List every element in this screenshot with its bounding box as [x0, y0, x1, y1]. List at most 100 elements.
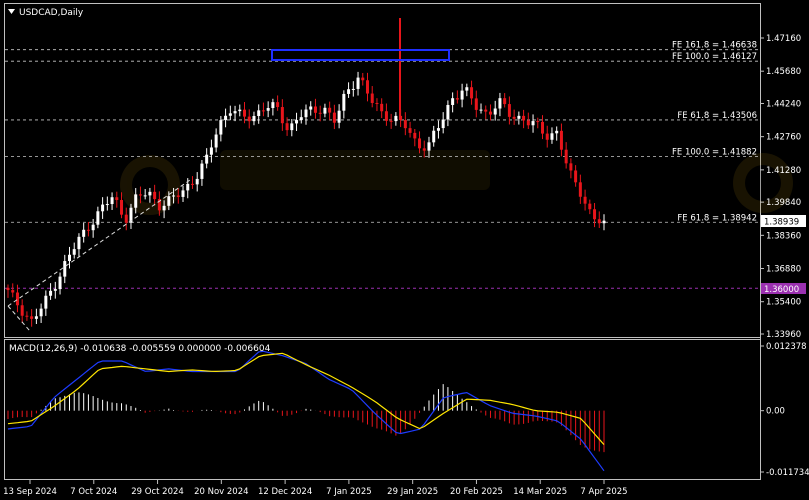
- candle-body: [271, 102, 275, 109]
- candle-body: [20, 305, 24, 316]
- candle-body: [328, 107, 332, 113]
- candle-body: [517, 115, 521, 119]
- candle-body: [124, 214, 128, 223]
- candle-body: [522, 115, 526, 121]
- candle-body: [290, 123, 294, 131]
- candle-body: [432, 130, 436, 143]
- time-tick-label: 29 Jan 2025: [387, 487, 438, 497]
- candle-body: [285, 123, 289, 131]
- candle-body: [299, 117, 303, 121]
- candle-body: [252, 116, 256, 122]
- candle-body: [15, 292, 19, 306]
- candle-body: [418, 138, 422, 149]
- macd-tick-label: -0.011734: [766, 468, 809, 478]
- candle-body: [427, 142, 431, 151]
- candle-body: [460, 90, 464, 100]
- candle-body: [96, 211, 100, 225]
- candle-body: [446, 104, 450, 120]
- macd-axis: 0.012378 0.00 -0.011734: [760, 342, 809, 478]
- candle-body: [143, 195, 147, 197]
- menu-triangle-icon[interactable]: [8, 9, 15, 14]
- candle-body: [375, 102, 379, 104]
- candle-body: [138, 194, 142, 196]
- candle-body: [11, 290, 15, 293]
- candle-body: [507, 104, 511, 117]
- candle-body: [541, 121, 545, 134]
- candle-body: [370, 93, 374, 103]
- candle-body: [181, 190, 185, 197]
- candle-body: [58, 276, 62, 290]
- candle-body: [49, 290, 53, 296]
- candle-body: [309, 106, 313, 110]
- candle-body: [498, 98, 502, 109]
- candle-body: [86, 229, 90, 231]
- candle-body: [53, 289, 57, 291]
- symbol-title: USDCAD,Daily: [19, 8, 84, 18]
- candle-body: [91, 224, 95, 231]
- candle-body: [82, 229, 86, 237]
- candle-body: [394, 115, 398, 122]
- candle-body: [323, 107, 327, 114]
- candle-body: [512, 116, 516, 119]
- candle-body: [484, 109, 488, 112]
- candle-body: [583, 196, 587, 204]
- watermark-logo: [120, 150, 793, 215]
- candle-body: [356, 77, 360, 89]
- time-tick-label: 29 Oct 2024: [131, 487, 184, 497]
- candle-body: [313, 106, 317, 113]
- trading-chart[interactable]: FE 161.8 = 1.46638FE 100.0 = 1.46127 FE 6…: [0, 0, 809, 500]
- time-tick-label: 20 Nov 2024: [194, 487, 248, 497]
- candle-body: [44, 295, 48, 309]
- fib-level-label: FE 61.8 = 1.38942: [677, 213, 757, 223]
- candle-body: [280, 107, 284, 124]
- candle-body: [503, 98, 507, 105]
- candle-body: [361, 77, 365, 81]
- candle-body: [105, 204, 109, 206]
- candle-body: [195, 178, 199, 185]
- price-tick-label: 1.42760: [766, 133, 801, 143]
- candle-body: [413, 132, 417, 139]
- candle-body: [380, 103, 384, 112]
- candle-body: [408, 128, 412, 133]
- candle-body: [332, 112, 336, 123]
- candle-body: [261, 110, 265, 112]
- candle-body: [205, 154, 209, 164]
- candle-body: [602, 220, 606, 224]
- candle-body: [465, 87, 469, 91]
- candle-body: [162, 205, 166, 211]
- candle-body: [214, 134, 218, 148]
- candle-body: [30, 316, 34, 319]
- candle-body: [39, 308, 43, 317]
- candle-body: [101, 204, 105, 212]
- price-tick-label: 1.38360: [766, 231, 801, 241]
- candle-body: [479, 109, 483, 111]
- time-tick-label: 13 Sep 2024: [3, 487, 57, 497]
- target-zone-box[interactable]: [271, 49, 450, 61]
- candle-body: [266, 108, 270, 111]
- price-tick-label: 1.36880: [766, 265, 801, 275]
- fib-level-label: FE 100.0 = 1.46127: [672, 52, 757, 62]
- candle-body: [318, 112, 322, 114]
- candle-body: [34, 316, 38, 319]
- candle-body: [190, 183, 194, 185]
- candle-body: [247, 116, 251, 122]
- candle-body: [422, 148, 426, 151]
- time-tick-label: 7 Oct 2024: [70, 487, 117, 497]
- candle-body: [569, 163, 573, 171]
- macd-tick-label: 0.012378: [766, 342, 807, 352]
- candle-body: [545, 133, 549, 140]
- candle-body: [72, 249, 76, 255]
- fib-level-label: FE 161.8 = 1.46638: [672, 41, 757, 51]
- time-tick-label: 12 Dec 2024: [258, 487, 312, 497]
- time-tick-label: 7 Apr 2025: [580, 487, 627, 497]
- candle-body: [77, 236, 81, 250]
- support-price-label: 1.36000: [764, 285, 799, 295]
- candle-body: [493, 108, 497, 115]
- candle-body: [337, 110, 341, 123]
- candle-body: [176, 195, 180, 197]
- candle-body: [110, 197, 114, 205]
- price-tick-label: 1.33960: [766, 330, 801, 340]
- candle-body: [186, 183, 190, 191]
- candle-body: [550, 133, 554, 140]
- macd-label: MACD(12,26,9) -0.010638 -0.005559 0.0000…: [9, 344, 271, 354]
